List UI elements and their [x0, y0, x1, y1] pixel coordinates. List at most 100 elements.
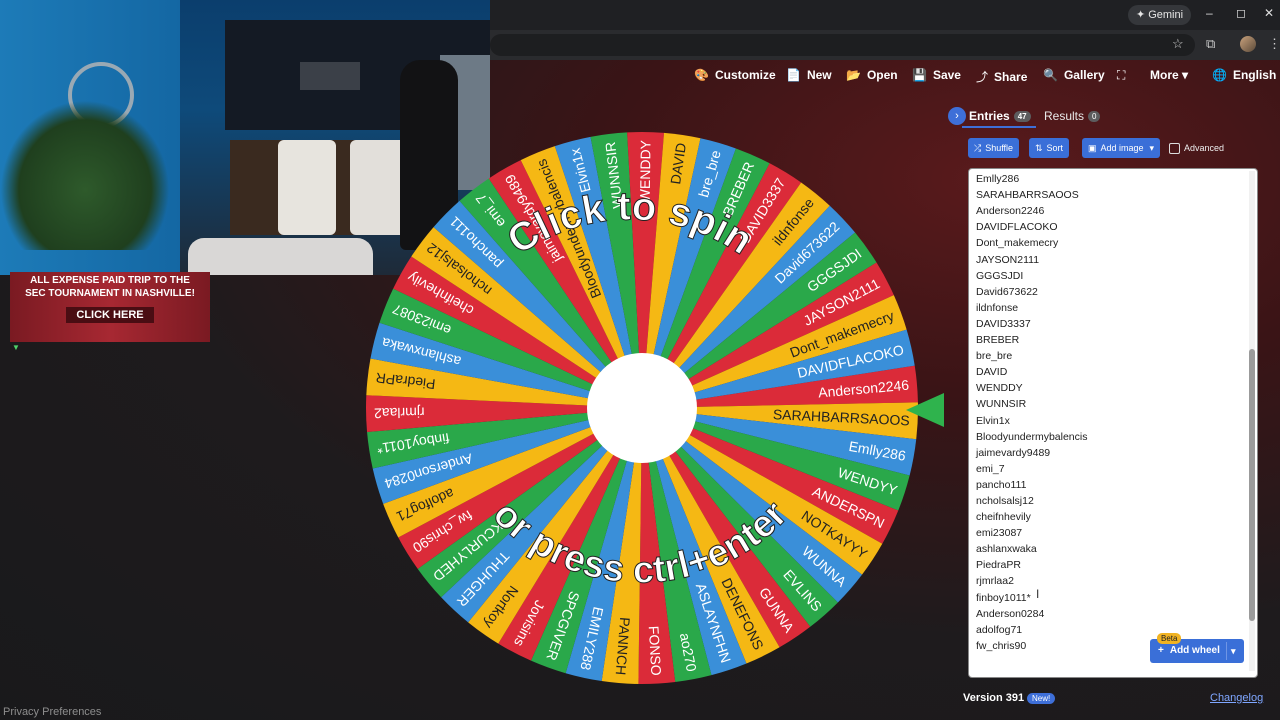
entry-item[interactable]: WUNNSIR: [976, 396, 1236, 412]
gemini-button[interactable]: ✦ Gemini: [1128, 5, 1192, 25]
entry-item[interactable]: ildnfonse: [976, 300, 1236, 316]
customize-button[interactable]: 🎨 Customize: [694, 68, 776, 82]
wheel-center[interactable]: [587, 353, 697, 463]
entry-item[interactable]: WENDDY: [976, 380, 1236, 396]
entry-item[interactable]: Elvin1x: [976, 413, 1236, 429]
entry-item[interactable]: David673622: [976, 284, 1236, 300]
entry-item[interactable]: adolfog71: [976, 622, 1236, 638]
entry-item[interactable]: Bloodyundermybalencis: [976, 429, 1236, 445]
folder-icon: 📂: [846, 68, 861, 82]
language-label: English: [1232, 68, 1277, 82]
ad-choices-icon[interactable]: ▼: [12, 343, 20, 352]
entries-panel: › Entries 47 Results 0 ⤮ Shuffle ⇅ Sort ▣ Add…: [948, 100, 1270, 714]
share-icon: ⤴: [976, 70, 989, 84]
webcam-pillow: [188, 238, 373, 275]
image-icon: ▣: [1088, 143, 1097, 153]
search-icon: 🔍: [1043, 68, 1058, 82]
entry-item[interactable]: emi_7: [976, 461, 1236, 477]
entry-item[interactable]: cheifnhevily: [976, 509, 1236, 525]
more-label: More ▾: [1150, 68, 1189, 82]
fullscreen-icon: ⛶: [1117, 68, 1126, 82]
spin-wheel[interactable]: Anderson2246 SARAHBARRSAOOS Emlly286 WENDYY…: [360, 128, 920, 688]
entry-item[interactable]: PiedraPR: [976, 557, 1236, 573]
scrollbar-thumb[interactable]: [1249, 349, 1255, 621]
plus-icon: +: [1158, 645, 1164, 656]
shuffle-button[interactable]: ⤮ Shuffle: [968, 138, 1020, 158]
extensions-icon[interactable]: ⧉: [1206, 36, 1215, 52]
sort-icon: ⇅: [1035, 143, 1043, 153]
entry-item[interactable]: Anderson2246: [976, 203, 1236, 219]
add-image-label: Add image: [1100, 143, 1144, 153]
gallery-label: Gallery: [1063, 68, 1105, 82]
chevron-right-icon: ›: [955, 110, 959, 122]
open-button[interactable]: 📂 Open: [846, 68, 898, 82]
bookmark-star-icon[interactable]: ☆: [1172, 36, 1184, 52]
gallery-button[interactable]: 🔍 Gallery: [1043, 68, 1105, 82]
language-button[interactable]: 🌐 English: [1212, 68, 1276, 82]
globe-icon: 🌐: [1212, 68, 1227, 82]
wheel-svg[interactable]: Anderson2246SARAHBARRSAOOSEmlly286WENDYY…: [360, 128, 920, 688]
share-label: Share: [994, 70, 1028, 84]
entry-item[interactable]: GGGSJDI: [976, 268, 1236, 284]
entry-item[interactable]: emi23087: [976, 525, 1236, 541]
open-label: Open: [866, 68, 898, 82]
new-badge: New!: [1027, 693, 1056, 704]
advanced-label: Advanced: [1184, 143, 1225, 153]
beta-badge: Beta: [1157, 633, 1182, 644]
entry-item[interactable]: Dont_makemecry: [976, 235, 1236, 251]
tab-entries[interactable]: Entries 47: [969, 109, 1031, 123]
collapse-panel-button[interactable]: ›: [948, 107, 966, 125]
advanced-checkbox[interactable]: [1169, 143, 1180, 154]
entry-item[interactable]: Emlly286: [976, 171, 1236, 187]
entry-item[interactable]: DAVID: [976, 364, 1236, 380]
entry-item[interactable]: ncholsalsj12: [976, 493, 1236, 509]
entry-item[interactable]: DAVIDFLACOKO: [976, 219, 1236, 235]
entries-textarea[interactable]: WENDYYEmlly286SARAHBARRSAOOSAnderson2246…: [968, 168, 1258, 678]
entry-item[interactable]: Anderson0284: [976, 606, 1236, 622]
share-button[interactable]: ⤴ Share: [976, 68, 1027, 85]
promo-ad-banner[interactable]: ALL EXPENSE PAID TRIP TO THE SEC TOURNAM…: [10, 272, 210, 342]
minimize-icon[interactable]: –: [1206, 6, 1213, 20]
webcam-plant: [0, 100, 170, 250]
new-label: New: [806, 68, 832, 82]
text-cursor-icon: I: [1036, 587, 1040, 601]
new-button[interactable]: 📄 New: [786, 68, 832, 82]
privacy-preferences-link[interactable]: Privacy Preferences: [3, 706, 101, 718]
entry-item[interactable]: BREBER: [976, 332, 1236, 348]
chevron-down-icon[interactable]: ▾: [1231, 639, 1236, 663]
results-count-badge: 0: [1088, 111, 1101, 123]
customize-label: Customize: [714, 68, 776, 82]
entries-scrollbar[interactable]: [1249, 171, 1255, 671]
maximize-icon[interactable]: ◻: [1236, 6, 1246, 20]
fullscreen-button[interactable]: ⛶: [1117, 68, 1131, 83]
sort-label: Sort: [1046, 143, 1064, 153]
version-label: Version 391: [963, 692, 1025, 704]
entry-item[interactable]: JAYSON2111: [976, 252, 1236, 268]
gemini-label: Gemini: [1148, 9, 1184, 21]
changelog-link[interactable]: Changelog: [1210, 692, 1263, 704]
tab-results[interactable]: Results 0: [1044, 109, 1101, 123]
button-divider: [1226, 642, 1227, 660]
wheel-segment-label: rjmrlaa2: [374, 404, 425, 421]
entry-item[interactable]: ashlanxwaka: [976, 541, 1236, 557]
add-image-button[interactable]: ▣ Add image ▾: [1082, 138, 1161, 158]
entry-item[interactable]: jaimevardy9489: [976, 445, 1236, 461]
entry-item[interactable]: finboy1011*: [976, 590, 1236, 606]
entry-item[interactable]: pancho111: [976, 477, 1236, 493]
browser-menu-icon[interactable]: ⋮: [1268, 36, 1280, 52]
more-menu-button[interactable]: More ▾: [1150, 68, 1188, 82]
file-icon: 📄: [786, 68, 801, 82]
tab-results-label: Results: [1044, 109, 1085, 123]
ad-click-here-button[interactable]: CLICK HERE: [66, 307, 154, 323]
sort-button[interactable]: ⇅ Sort: [1029, 138, 1070, 158]
entry-item[interactable]: SARAHBARRSAOOS: [976, 187, 1236, 203]
entries-count-badge: 47: [1013, 111, 1031, 123]
ad-line-2: SEC TOURNAMENT IN NASHVILLE!: [25, 288, 195, 299]
save-button[interactable]: 💾 Save: [912, 68, 961, 82]
entry-item[interactable]: DAVID3337: [976, 316, 1236, 332]
address-bar[interactable]: [490, 34, 1195, 56]
entry-item[interactable]: bre_bre: [976, 348, 1236, 364]
close-icon[interactable]: ✕: [1264, 6, 1274, 20]
entry-item[interactable]: rjmrlaa2: [976, 573, 1236, 589]
profile-avatar[interactable]: [1240, 36, 1256, 52]
